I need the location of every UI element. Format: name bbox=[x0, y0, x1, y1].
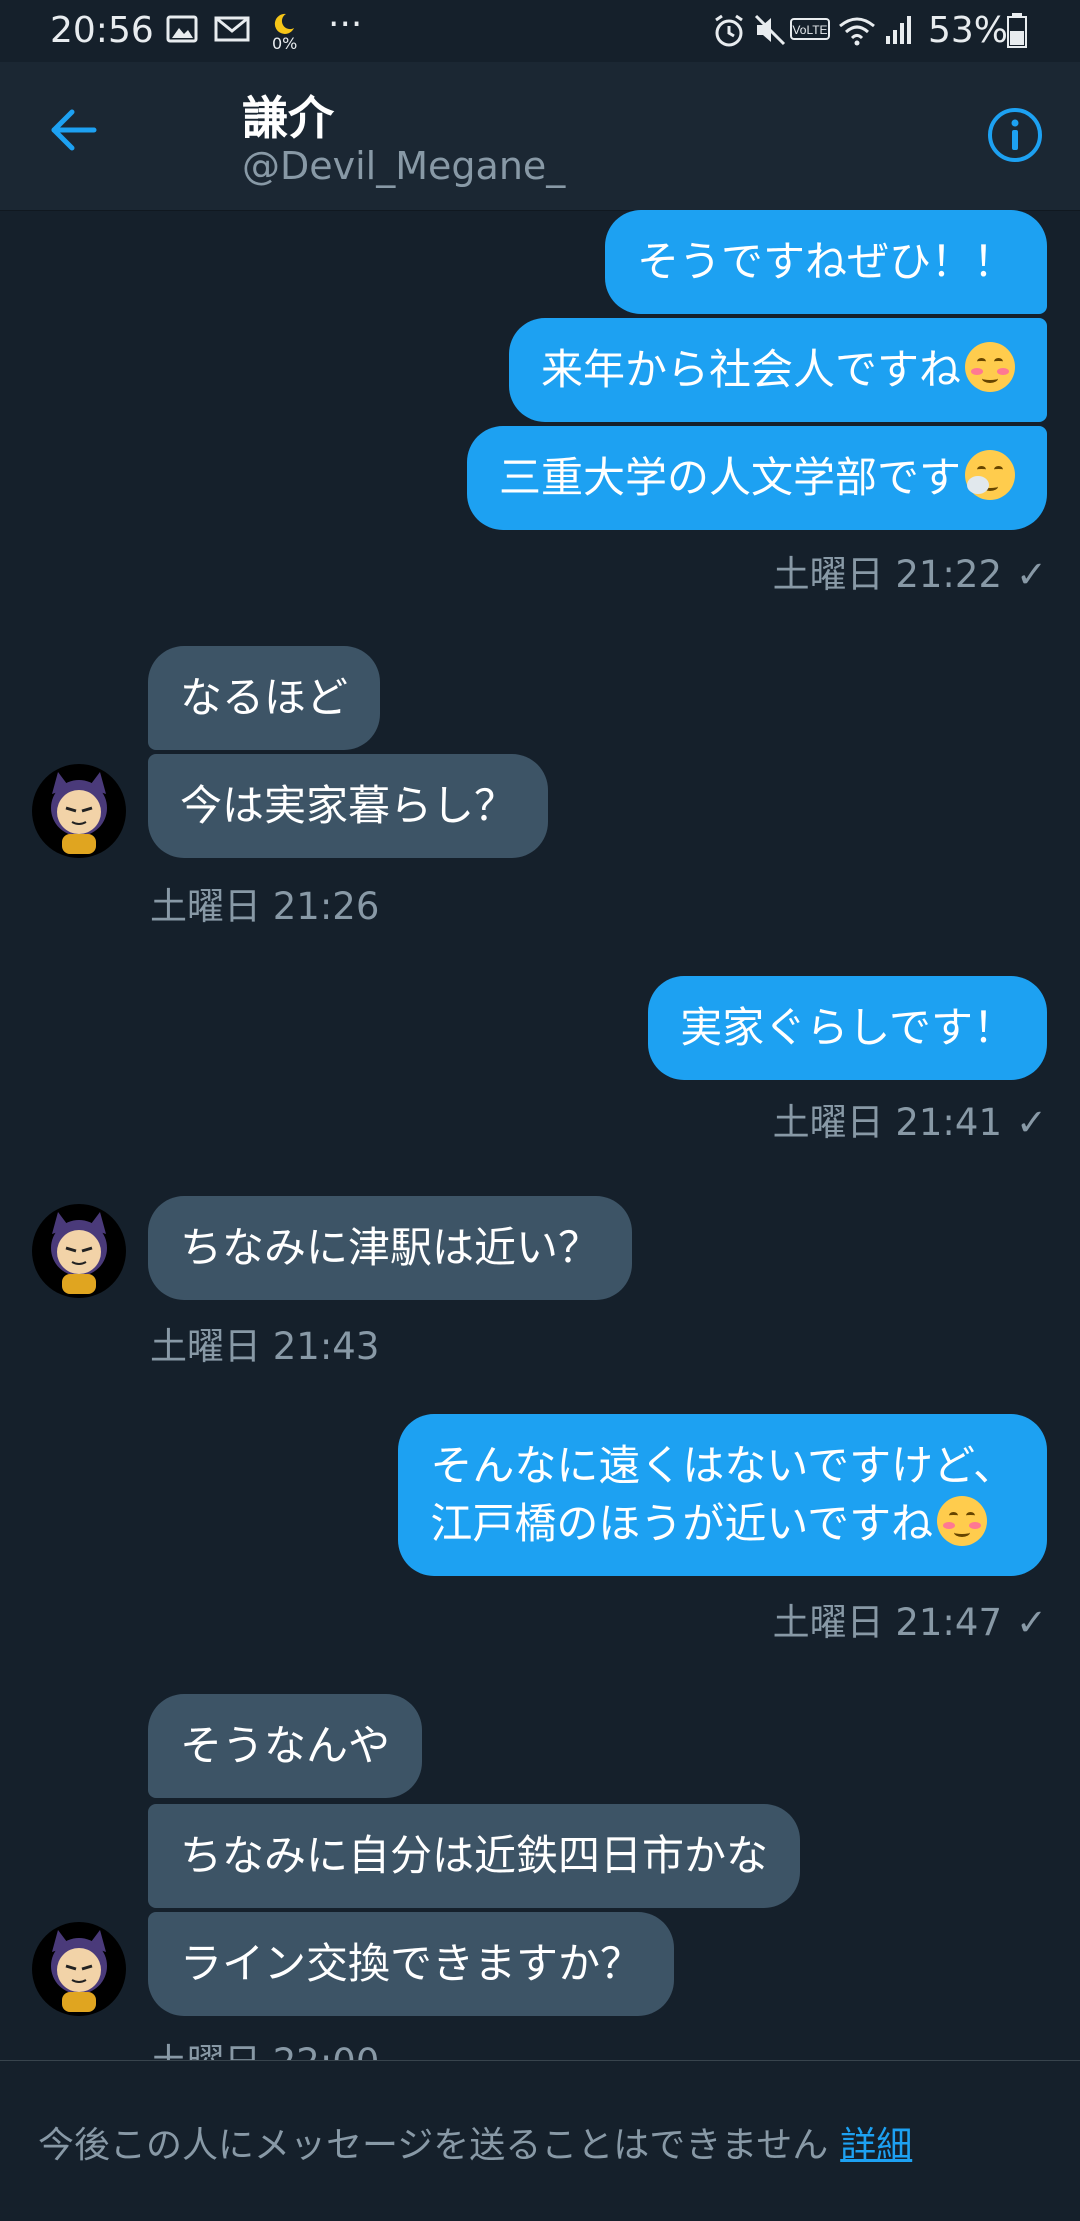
message-text: 今は実家暮らし？ bbox=[180, 781, 517, 830]
timestamp-text: 土曜日 21:22 bbox=[772, 553, 1002, 596]
notice-text: 今後この人にメッセージを送ることはできません bbox=[38, 2125, 829, 2166]
message-text: 三重大学の人文学部です bbox=[498, 453, 961, 502]
message-text-line: そんなに遠くはないですけど、 bbox=[430, 1441, 1015, 1490]
message-text: そうですねぜひ！！ bbox=[636, 237, 1015, 286]
devil-character-avatar-icon bbox=[51, 772, 107, 854]
contact-avatar[interactable] bbox=[32, 1204, 126, 1298]
dm-disabled-notice: 今後この人にメッセージを送ることはできません 詳細 bbox=[38, 2116, 912, 2168]
contact-handle[interactable]: @Devil_Megane_ bbox=[242, 144, 565, 188]
message-bubble-incoming[interactable]: ちなみに自分は近鉄四日市かな bbox=[148, 1804, 801, 1908]
battery-percent: 53% bbox=[928, 10, 1009, 51]
message-text: 実家ぐらしです！ bbox=[680, 1003, 1015, 1052]
devil-character-avatar-icon bbox=[51, 1930, 107, 2012]
message-text-line: 江戸橋のほうが近いですね bbox=[430, 1499, 934, 1548]
info-icon[interactable] bbox=[986, 106, 1044, 164]
message-timestamp: 土曜日 21:43 bbox=[150, 1325, 380, 1368]
details-link[interactable]: 詳細 bbox=[840, 2125, 912, 2166]
timestamp-text: 土曜日 21:47 bbox=[772, 1601, 1002, 1644]
message-timestamp: 土曜日 21:26 bbox=[150, 885, 380, 928]
volte-icon: VoLTE bbox=[790, 18, 830, 40]
message-bubble-incoming[interactable]: なるほど bbox=[148, 646, 381, 750]
sent-check-icon: ✓ bbox=[1015, 1101, 1047, 1144]
message-text: ちなみに自分は近鉄四日市かな bbox=[180, 1831, 769, 1880]
message-text: ライン交換できますか？ bbox=[180, 1939, 643, 1988]
wifi-icon bbox=[839, 17, 875, 46]
night-mode-percent: 0% bbox=[272, 34, 298, 53]
message-bubble-incoming[interactable]: 今は実家暮らし？ bbox=[148, 754, 549, 858]
message-bubble-outgoing[interactable]: 実家ぐらしです！ bbox=[648, 976, 1047, 1080]
alarm-icon bbox=[715, 14, 743, 47]
message-bubble-outgoing[interactable]: 三重大学の人文学部です bbox=[466, 426, 1047, 530]
timestamp-text: 土曜日 21:41 bbox=[772, 1101, 1002, 1144]
message-text: 来年から社会人ですね bbox=[540, 345, 961, 394]
more-dots: ··· bbox=[328, 4, 363, 45]
message-bubble-incoming[interactable]: そうなんや bbox=[148, 1694, 423, 1798]
mail-icon bbox=[214, 16, 250, 42]
status-bar: 20:56 0% ··· VoLTE 53% bbox=[0, 0, 1080, 62]
sneezing-face-emoji-icon bbox=[965, 450, 1015, 500]
message-text: なるほど bbox=[180, 673, 349, 722]
message-bubble-incoming[interactable]: ライン交換できますか？ bbox=[148, 1912, 675, 2016]
sent-check-icon: ✓ bbox=[1015, 1601, 1047, 1644]
battery-icon bbox=[1007, 13, 1027, 48]
smiling-face-emoji-icon bbox=[965, 342, 1015, 392]
status-time: 20:56 bbox=[50, 10, 154, 51]
back-arrow-icon[interactable] bbox=[48, 106, 98, 154]
dm-disabled-footer: 今後この人にメッセージを送ることはできません 詳細 bbox=[0, 2060, 1080, 2221]
message-text: そうなんや bbox=[180, 1721, 391, 1770]
message-timestamp: 土曜日 21:22 ✓ bbox=[773, 544, 1047, 598]
sent-check-icon: ✓ bbox=[1015, 553, 1047, 596]
contact-avatar[interactable] bbox=[32, 764, 126, 858]
smiling-face-emoji-icon bbox=[937, 1496, 988, 1546]
image-icon bbox=[166, 15, 198, 43]
message-bubble-outgoing[interactable]: そんなに遠くはないですけど、 江戸橋のほうが近いですね bbox=[398, 1414, 1047, 1576]
message-timestamp: 土曜日 21:41 ✓ bbox=[773, 1092, 1047, 1146]
message-bubble-outgoing[interactable]: 来年から社会人ですね bbox=[508, 318, 1047, 422]
devil-character-avatar-icon bbox=[51, 1212, 107, 1294]
message-bubble-incoming[interactable]: ちなみに津駅は近い？ bbox=[148, 1196, 633, 1300]
svg-text:VoLTE: VoLTE bbox=[792, 23, 827, 37]
signal-icon bbox=[886, 16, 911, 44]
mute-icon bbox=[754, 14, 786, 46]
contact-avatar[interactable] bbox=[32, 1922, 126, 2016]
message-timestamp: 土曜日 21:47 ✓ bbox=[773, 1592, 1047, 1646]
message-text: ちなみに津駅は近い？ bbox=[180, 1223, 601, 1272]
message-bubble-outgoing[interactable]: そうですねぜひ！！ bbox=[604, 210, 1047, 314]
contact-name[interactable]: 謙介 bbox=[242, 82, 334, 148]
conversation-header: 謙介 @Devil_Megane_ bbox=[0, 62, 1080, 211]
night-mode-icon bbox=[274, 13, 294, 34]
